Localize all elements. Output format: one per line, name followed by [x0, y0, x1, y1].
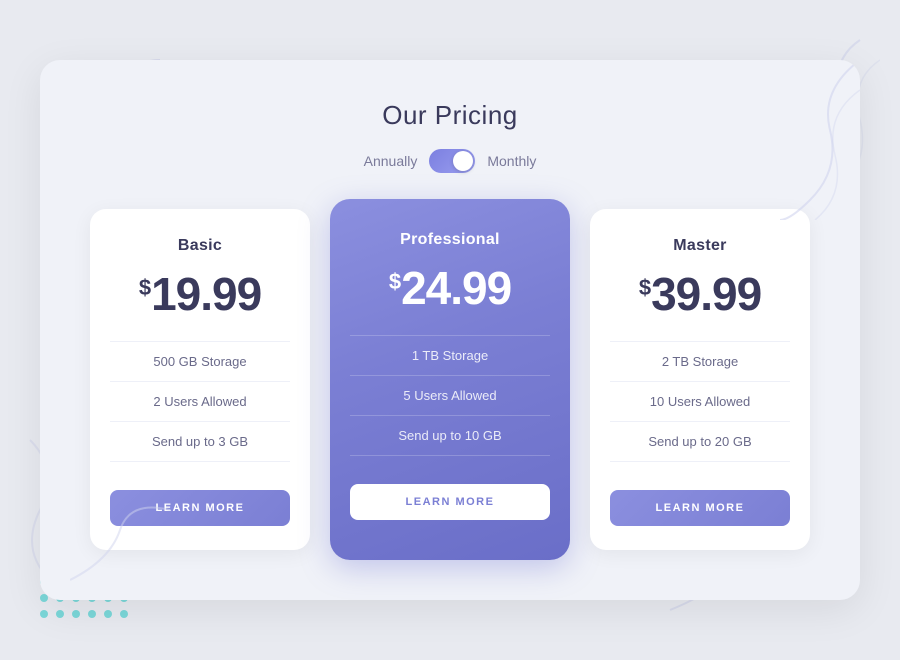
professional-features: 1 TB Storage 5 Users Allowed Send up to …	[350, 335, 550, 456]
professional-feature-2: 5 Users Allowed	[350, 376, 550, 416]
professional-dollar: $	[389, 271, 401, 293]
master-feature-2: 10 Users Allowed	[610, 382, 790, 422]
basic-dollar: $	[139, 277, 151, 299]
page-title: Our Pricing	[90, 100, 810, 131]
master-dollar: $	[639, 277, 651, 299]
basic-feature-3: Send up to 3 GB	[110, 422, 290, 462]
master-price: 39.99	[651, 271, 761, 317]
basic-features: 500 GB Storage 2 Users Allowed Send up t…	[110, 341, 290, 462]
master-feature-1: 2 TB Storage	[610, 341, 790, 382]
master-feature-3: Send up to 20 GB	[610, 422, 790, 462]
professional-plan-name: Professional	[400, 231, 500, 249]
master-learn-more-button[interactable]: LEARN MORE	[610, 490, 790, 526]
monthly-label: Monthly	[487, 153, 536, 169]
professional-feature-3: Send up to 10 GB	[350, 416, 550, 456]
basic-price-row: $ 19.99	[139, 271, 261, 317]
master-features: 2 TB Storage 10 Users Allowed Send up to…	[610, 341, 790, 462]
billing-toggle[interactable]	[429, 149, 475, 173]
professional-price: 24.99	[401, 265, 511, 311]
basic-feature-2: 2 Users Allowed	[110, 382, 290, 422]
annually-label: Annually	[364, 153, 418, 169]
billing-toggle-row: Annually Monthly	[90, 149, 810, 173]
basic-feature-1: 500 GB Storage	[110, 341, 290, 382]
professional-plan-card: Professional $ 24.99 1 TB Storage 5 User…	[330, 199, 570, 560]
professional-feature-1: 1 TB Storage	[350, 335, 550, 376]
pricing-section: Our Pricing Annually Monthly Basic $ 19.…	[40, 60, 860, 600]
pricing-cards: Basic $ 19.99 500 GB Storage 2 Users All…	[90, 209, 810, 550]
professional-price-row: $ 24.99	[389, 265, 511, 311]
master-plan-card: Master $ 39.99 2 TB Storage 10 Users All…	[590, 209, 810, 550]
professional-learn-more-button[interactable]: LEARN MORE	[350, 484, 550, 520]
basic-plan-name: Basic	[178, 237, 222, 255]
inner-deco-top-right	[680, 60, 860, 220]
basic-learn-more-button[interactable]: LEARN MORE	[110, 490, 290, 526]
basic-price: 19.99	[151, 271, 261, 317]
master-plan-name: Master	[673, 237, 726, 255]
master-price-row: $ 39.99	[639, 271, 761, 317]
basic-plan-card: Basic $ 19.99 500 GB Storage 2 Users All…	[90, 209, 310, 550]
toggle-knob	[453, 151, 473, 171]
